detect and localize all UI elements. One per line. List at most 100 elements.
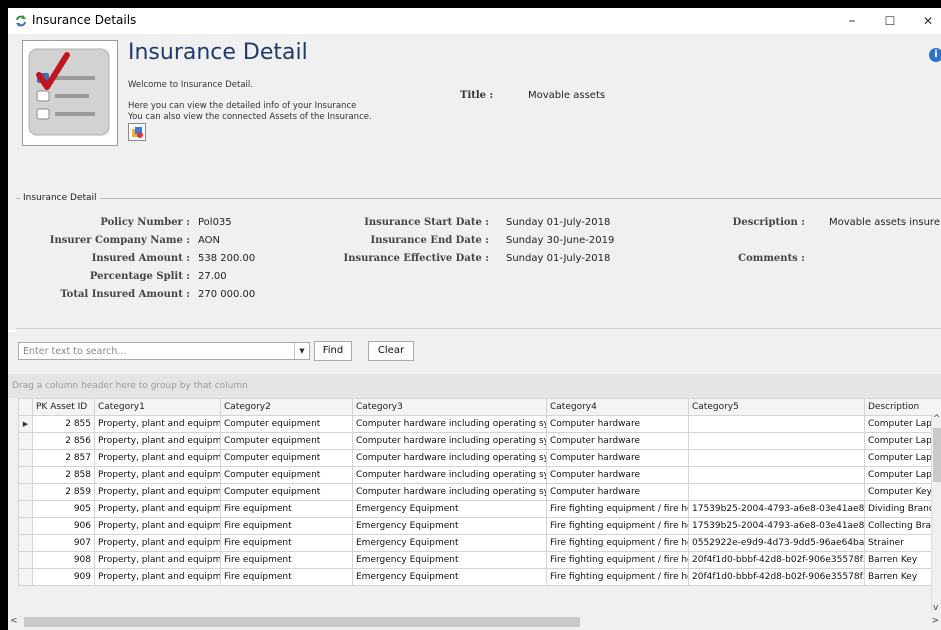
table-row[interactable]: 906Property, plant and equipmentFire equ… <box>18 517 941 535</box>
table-cell[interactable]: Computer equipment <box>220 449 353 467</box>
table-cell[interactable]: Emergency Equipment <box>352 551 547 569</box>
table-row[interactable]: 2 859Property, plant and equipmentComput… <box>18 483 941 501</box>
table-row[interactable]: 2 857Property, plant and equipmentComput… <box>18 449 941 467</box>
clear-button[interactable]: Clear <box>368 341 414 361</box>
table-cell[interactable]: Emergency Equipment <box>352 568 547 586</box>
chevron-down-icon[interactable]: ▼ <box>294 343 309 359</box>
table-cell[interactable]: Computer equipment <box>220 483 353 501</box>
table-cell[interactable]: 20f4f1d0-bbbf-42d8-b02f-906e35578f31 <box>688 568 865 586</box>
table-cell[interactable]: Computer hardware <box>546 483 689 501</box>
table-cell[interactable]: 2 855 <box>32 415 95 433</box>
column-header[interactable]: Category5 <box>688 398 865 416</box>
table-cell[interactable]: Computer Lapto <box>864 466 941 484</box>
table-cell[interactable]: Computer Lapto <box>864 432 941 450</box>
row-indicator[interactable] <box>18 466 33 484</box>
row-indicator[interactable] <box>18 500 33 518</box>
table-cell[interactable] <box>688 449 865 467</box>
table-cell[interactable]: Computer Keybo <box>864 483 941 501</box>
table-cell[interactable]: Property, plant and equipment <box>94 415 221 433</box>
vertical-scroll-thumb[interactable] <box>933 428 941 482</box>
table-cell[interactable]: Computer hardware <box>546 415 689 433</box>
row-indicator[interactable] <box>18 517 33 535</box>
table-cell[interactable]: Fire fighting equipment / fire hoses <box>546 551 689 569</box>
column-header[interactable]: Category1 <box>94 398 221 416</box>
table-cell[interactable]: Computer hardware <box>546 466 689 484</box>
column-header[interactable]: Category4 <box>546 398 689 416</box>
table-cell[interactable]: Fire fighting equipment / fire hoses <box>546 534 689 552</box>
table-cell[interactable]: Property, plant and equipment <box>94 466 221 484</box>
info-icon[interactable]: i <box>929 48 941 62</box>
table-cell[interactable]: 909 <box>32 568 95 586</box>
table-cell[interactable]: 20f4f1d0-bbbf-42d8-b02f-906e35578f31 <box>688 551 865 569</box>
row-indicator[interactable] <box>18 483 33 501</box>
table-cell[interactable]: 2 858 <box>32 466 95 484</box>
table-cell[interactable]: Computer hardware including operating sy… <box>352 466 547 484</box>
table-cell[interactable]: Strainer <box>864 534 941 552</box>
table-cell[interactable]: Computer hardware including operating sy… <box>352 483 547 501</box>
table-cell[interactable]: 2 856 <box>32 432 95 450</box>
table-cell[interactable]: Computer hardware <box>546 449 689 467</box>
group-by-panel[interactable]: Drag a column header here to group by th… <box>8 374 941 398</box>
table-cell[interactable]: 906 <box>32 517 95 535</box>
find-button[interactable]: Find <box>314 341 352 361</box>
table-cell[interactable]: 908 <box>32 551 95 569</box>
table-cell[interactable]: 2 859 <box>32 483 95 501</box>
row-indicator[interactable] <box>18 432 33 450</box>
table-cell[interactable]: Dividing Branch <box>864 500 941 518</box>
table-cell[interactable]: Computer hardware including operating sy… <box>352 415 547 433</box>
maximize-button[interactable]: ☐ <box>872 10 908 32</box>
row-indicator[interactable] <box>18 551 33 569</box>
table-cell[interactable]: Property, plant and equipment <box>94 449 221 467</box>
table-cell[interactable]: Property, plant and equipment <box>94 534 221 552</box>
table-cell[interactable]: Fire equipment <box>220 517 353 535</box>
view-assets-button[interactable] <box>128 123 146 141</box>
horizontal-scrollbar[interactable]: < > <box>8 614 941 630</box>
table-cell[interactable]: 17539b25-2004-4793-a6e8-03e41ae87ce6 <box>688 500 865 518</box>
minimize-button[interactable]: – <box>834 10 870 32</box>
close-button[interactable]: ✕ <box>910 10 941 32</box>
table-cell[interactable]: Emergency Equipment <box>352 534 547 552</box>
column-header[interactable]: Description <box>864 398 941 416</box>
table-cell[interactable]: Property, plant and equipment <box>94 551 221 569</box>
table-cell[interactable]: 17539b25-2004-4793-a6e8-03e41ae87ce6 <box>688 517 865 535</box>
column-header[interactable]: PK Asset ID <box>32 398 95 416</box>
table-cell[interactable]: Property, plant and equipment <box>94 517 221 535</box>
table-cell[interactable]: Fire equipment <box>220 500 353 518</box>
table-row[interactable]: 909Property, plant and equipmentFire equ… <box>18 568 941 586</box>
table-cell[interactable]: Barren Key <box>864 551 941 569</box>
table-cell[interactable]: Computer Lapto <box>864 449 941 467</box>
table-row[interactable]: 2 858Property, plant and equipment Comput… <box>18 466 941 484</box>
table-cell[interactable]: Fire equipment <box>220 551 353 569</box>
scroll-left-icon[interactable]: < <box>10 616 18 626</box>
table-cell[interactable]: Emergency Equipment <box>352 517 547 535</box>
row-indicator[interactable]: ▶ <box>18 415 33 433</box>
row-indicator[interactable] <box>18 568 33 586</box>
vertical-scrollbar[interactable]: ^ v <box>931 414 941 613</box>
row-indicator[interactable] <box>18 449 33 467</box>
table-row[interactable]: 2 856Property, plant and equipmentComput… <box>18 432 941 450</box>
scroll-up-icon[interactable]: ^ <box>933 414 941 424</box>
table-cell[interactable]: Property, plant and equipment <box>94 568 221 586</box>
table-cell[interactable]: Computer Lapto <box>864 415 941 433</box>
table-cell[interactable]: Fire fighting equipment / fire hoses <box>546 517 689 535</box>
table-cell[interactable]: Computer equipment <box>220 415 353 433</box>
table-row[interactable]: 908Property, plant and equipmentFire equ… <box>18 551 941 569</box>
table-cell[interactable]: Property, plant and equipment <box>94 483 221 501</box>
scroll-right-icon[interactable]: > <box>931 616 939 626</box>
table-cell[interactable]: 905 <box>32 500 95 518</box>
table-row[interactable]: 907Property, plant and equipmentFire equ… <box>18 534 941 552</box>
table-row[interactable]: ▶2 855Property, plant and equipmentCompu… <box>18 415 941 433</box>
title-bar[interactable]: Insurance Details – ☐ ✕ <box>8 8 941 34</box>
table-row[interactable]: 905Property, plant and equipmentFire equ… <box>18 500 941 518</box>
horizontal-scroll-thumb[interactable] <box>24 617 580 627</box>
table-cell[interactable]: Fire fighting equipment / fire hoses <box>546 500 689 518</box>
table-cell[interactable]: Barren Key <box>864 568 941 586</box>
table-cell[interactable]: 2 857 <box>32 449 95 467</box>
table-cell[interactable]: Property, plant and equipment <box>94 500 221 518</box>
table-cell[interactable] <box>688 415 865 433</box>
table-cell[interactable] <box>688 483 865 501</box>
table-cell[interactable]: 907 <box>32 534 95 552</box>
table-cell[interactable]: Computer hardware including operating sy… <box>352 449 547 467</box>
table-cell[interactable]: Computer hardware <box>546 432 689 450</box>
table-cell[interactable] <box>688 432 865 450</box>
